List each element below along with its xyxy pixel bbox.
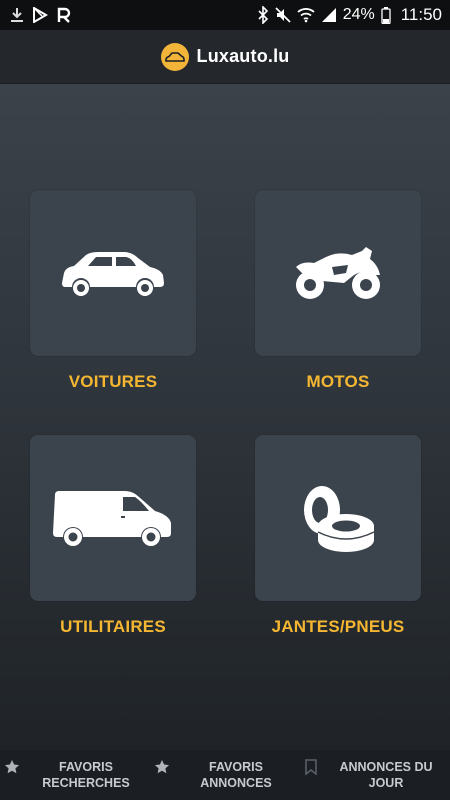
status-left (10, 7, 72, 23)
download-icon (10, 7, 24, 23)
nav-label-favoris-annonces: FAVORIS ANNONCES (200, 760, 272, 790)
star-icon (154, 759, 170, 778)
tile-voitures[interactable] (30, 190, 196, 356)
nav-favoris-annonces[interactable]: FAVORIS ANNONCES (150, 750, 300, 800)
app-title: Luxauto.lu (196, 46, 290, 66)
battery-percent: 24% (342, 6, 375, 23)
status-right: 24% 11:50 (257, 5, 442, 25)
nav-label-favoris-recherches: FAVORIS RECHERCHES (42, 760, 130, 790)
van-icon (53, 491, 171, 546)
nav-favoris-recherches[interactable]: FAVORIS RECHERCHES (0, 750, 150, 800)
star-icon (4, 759, 20, 778)
category-grid: VOITURES MOTOS UTILITAIRES JANTES/PNEUS (0, 84, 450, 750)
motorcycle-icon (296, 247, 380, 299)
signal-icon (321, 7, 337, 23)
mute-icon (275, 7, 291, 23)
tile-utilitaires[interactable] (30, 435, 196, 601)
bookmark-icon (304, 759, 318, 778)
nav-annonces-du-jour[interactable]: ANNONCES DU JOUR (300, 750, 450, 800)
tile-label-jantes-pneus[interactable]: JANTES/PNEUS (238, 617, 438, 637)
bottom-nav: FAVORIS RECHERCHES FAVORIS ANNONCES ANNO… (0, 750, 450, 800)
tile-label-utilitaires[interactable]: UTILITAIRES (13, 617, 213, 637)
app-r-icon (56, 7, 72, 23)
clock: 11:50 (400, 5, 442, 24)
play-store-icon (32, 7, 48, 23)
bluetooth-icon (257, 6, 269, 24)
tile-motos[interactable] (255, 190, 421, 356)
app-header: Luxauto.lu (0, 30, 450, 84)
car-logo-icon (160, 42, 189, 71)
nav-label-annonces-du-jour: ANNONCES DU JOUR (339, 760, 433, 790)
wifi-icon (297, 7, 315, 23)
car-icon (62, 252, 164, 296)
tile-label-voitures[interactable]: VOITURES (13, 372, 213, 392)
status-bar: 24% 11:50 (0, 0, 450, 30)
tile-jantes-pneus[interactable] (255, 435, 421, 601)
tires-icon (304, 486, 375, 552)
tile-label-motos[interactable]: MOTOS (238, 372, 438, 392)
battery-icon (381, 6, 391, 24)
